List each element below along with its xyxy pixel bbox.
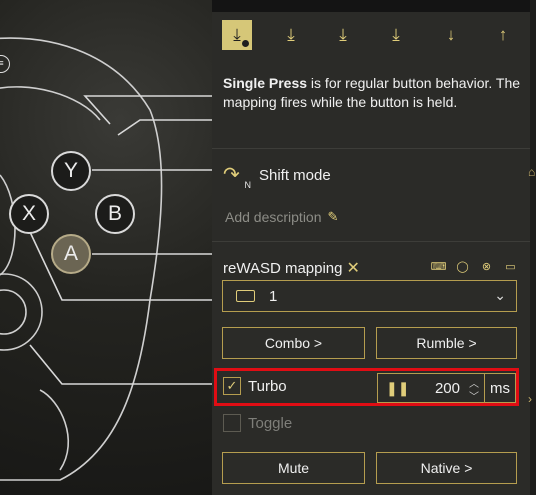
turbo-delay-value: 200 (434, 380, 460, 397)
mouse-icon[interactable]: ◯ (455, 259, 470, 274)
single-press-icon: ⤓ (233, 25, 241, 44)
arrow-up-icon: ↑ (498, 25, 508, 44)
rumble-button[interactable]: Rumble > (376, 327, 517, 359)
turbo-label: Turbo (248, 378, 287, 395)
toggle-label: Toggle (248, 415, 293, 432)
button-a[interactable]: A (51, 234, 91, 274)
toggle-checkbox[interactable] (223, 414, 241, 432)
long-press-button[interactable]: ⤓ (276, 20, 306, 50)
macro-icon[interactable]: ▭ (503, 259, 518, 274)
turbo-checkbox[interactable]: ✓ (223, 377, 241, 395)
turbo-delay-stepper[interactable]: ❚❚ 200 ︿ ﹀ (377, 373, 485, 403)
add-description-placeholder: Add description (225, 209, 322, 225)
mapping-select[interactable]: 1 ⌄ (222, 280, 517, 312)
triple-press-icon: ⤓ (392, 25, 400, 44)
controller-lines (0, 37, 212, 481)
mapping-header: reWASD mapping ✕ (223, 258, 360, 278)
double-press-button[interactable]: ⤓ (328, 20, 358, 50)
keyboard-icon (236, 290, 255, 302)
mapping-title: reWASD mapping (223, 259, 343, 277)
xbox-icon[interactable]: ⊗ (479, 259, 494, 274)
shift-arrow-icon: ↷ N (223, 164, 252, 190)
activator-toolbar: ⤓ ⤓ ⤓ ⤓ ↓ ↑ (212, 12, 530, 52)
divider (212, 241, 530, 242)
turbo-unit: ms (484, 373, 516, 403)
single-press-button[interactable]: ⤓ (222, 20, 252, 50)
activator-description: Single Press is for regular button behav… (223, 74, 523, 112)
right-edge-strip (530, 0, 536, 495)
checkmark-icon: ✓ (226, 378, 238, 393)
start-press-button[interactable]: ↓ (436, 20, 466, 50)
long-press-icon: ⤓ (287, 25, 295, 44)
double-press-icon: ⤓ (339, 25, 347, 44)
combo-button[interactable]: Combo > (222, 327, 365, 359)
divider (212, 148, 530, 149)
button-x[interactable]: X (9, 194, 49, 234)
activator-name: Single Press (223, 75, 308, 91)
mapping-value: 1 (269, 287, 278, 305)
add-description-field[interactable]: Add description ✎ (225, 209, 338, 225)
partial-icon: ⌂ (528, 165, 536, 179)
controller-area: ≡ Y X B A (0, 0, 212, 495)
button-y[interactable]: Y (51, 151, 91, 191)
shift-badge: N (244, 180, 252, 190)
release-button[interactable]: ↑ (488, 20, 518, 50)
device-type-icons: ⌨ ◯ ⊗ ▭ (431, 259, 518, 274)
native-button[interactable]: Native > (376, 452, 517, 484)
chevron-down-icon[interactable]: ﹀ (469, 388, 479, 403)
button-b[interactable]: B (95, 194, 135, 234)
chevron-down-icon: ⌄ (494, 287, 506, 303)
pencil-icon[interactable]: ✎ (328, 209, 339, 225)
partial-icon: › (528, 392, 532, 406)
arrow-down-icon: ↓ (446, 25, 456, 44)
keyboard-icon[interactable]: ⌨ (431, 259, 447, 274)
mapping-panel: ⤓ ⤓ ⤓ ⤓ ↓ ↑ Single Press is for regular … (212, 12, 530, 495)
shift-mode-link[interactable]: ↷ N Shift mode (223, 162, 331, 190)
shift-mode-label: Shift mode (259, 166, 331, 184)
pause-icon: ❚❚ (386, 380, 410, 396)
triple-press-button[interactable]: ⤓ (381, 20, 411, 50)
mute-button[interactable]: Mute (222, 452, 365, 484)
clear-mapping-icon[interactable]: ✕ (347, 258, 360, 278)
